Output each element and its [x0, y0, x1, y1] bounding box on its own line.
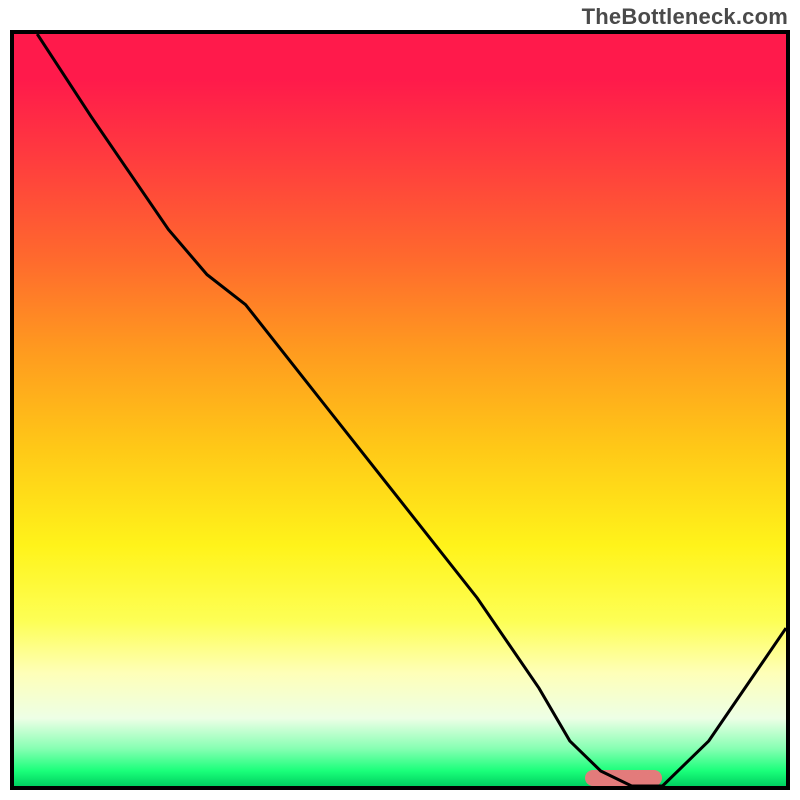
plot-area: [10, 30, 790, 790]
bottleneck-curve: [14, 34, 786, 786]
curve-path: [37, 34, 786, 786]
watermark-text: TheBottleneck.com: [582, 4, 788, 30]
chart-frame: [10, 30, 790, 790]
